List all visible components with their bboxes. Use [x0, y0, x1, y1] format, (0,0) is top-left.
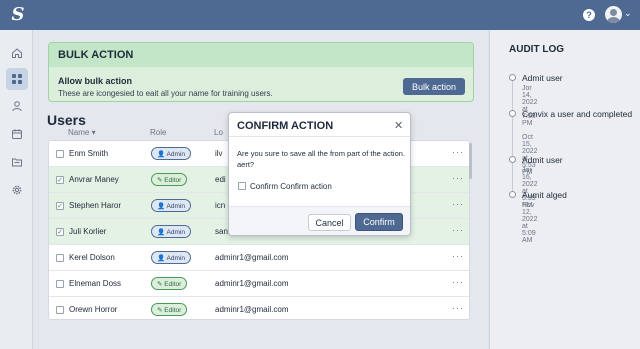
grid-icon [12, 74, 22, 84]
sidebar-item-home[interactable] [6, 42, 28, 64]
user-name: Stephen Haror [69, 201, 122, 210]
user-name: Enm Smith [69, 149, 109, 158]
row-checkbox[interactable] [56, 150, 64, 158]
audit-event-text: Convix a user and completed [522, 109, 633, 119]
timeline-dot [509, 74, 516, 81]
audit-log-title: AUDIT LOG [509, 44, 564, 55]
timeline-dot [509, 191, 516, 198]
table-row[interactable]: Elneman Doss ✎ Editor adminr1@gmail.com … [49, 271, 469, 297]
role-badge: 👤 Admin [151, 225, 191, 238]
row-checkbox[interactable] [56, 280, 64, 288]
dialog-title: CONFIRM ACTION [237, 120, 334, 132]
more-actions-icon[interactable]: ··· [452, 277, 464, 287]
table-row[interactable]: Orewn Horror ✎ Editor adminr1@gmail.com … [49, 297, 469, 319]
close-icon[interactable]: ✕ [394, 119, 403, 132]
dialog-divider [229, 136, 410, 137]
column-header-login[interactable]: Lo [214, 128, 223, 137]
more-actions-icon[interactable]: ··· [452, 147, 464, 157]
user-name: Kerel Dolson [69, 253, 115, 262]
role-badge: 👤 Admin [151, 251, 191, 264]
sidebar-item-dashboard[interactable] [6, 68, 28, 90]
user-email: adminr1@gmail.com [215, 305, 289, 314]
bulk-action-button[interactable]: Bulk action [403, 78, 465, 95]
dialog-message: Are you sure to save all the from part o… [237, 149, 406, 169]
user-name: Orewn Horror [69, 305, 118, 314]
audit-event-text: Aumit alged [522, 190, 567, 200]
dialog-footer: Cancel Confirm [229, 206, 410, 235]
folder-icon [12, 158, 22, 167]
table-row[interactable]: Kerel Dolson 👤 Admin adminr1@gmail.com ·… [49, 245, 469, 271]
sidebar [0, 30, 33, 349]
confirm-checkbox-label[interactable]: Confirm Confirm action [250, 182, 332, 191]
more-actions-icon[interactable]: ··· [452, 251, 464, 261]
row-checkbox[interactable]: ✓ [56, 176, 64, 184]
user-email: edi [215, 175, 226, 184]
row-checkbox[interactable] [56, 254, 64, 262]
timeline-dot [509, 156, 516, 163]
cancel-button[interactable]: Cancel [308, 214, 351, 231]
audit-event-text: Admit user [522, 155, 563, 165]
more-actions-icon[interactable]: ··· [452, 199, 464, 209]
audit-event-text: Admit user [522, 73, 563, 83]
sidebar-item-users[interactable] [6, 95, 28, 117]
avatar[interactable] [605, 6, 622, 23]
app-logo[interactable]: S [8, 5, 28, 25]
column-header-name[interactable]: Name ▾ [68, 128, 96, 137]
table-scrollbar[interactable] [469, 143, 472, 179]
more-actions-icon[interactable]: ··· [452, 225, 464, 235]
user-name: Juli Korlier [69, 227, 107, 236]
sort-icon[interactable]: ▾ [92, 128, 96, 137]
confirm-button[interactable]: Confirm [355, 213, 403, 231]
user-name: Anvrar Maney [69, 175, 119, 184]
calendar-icon [12, 129, 22, 139]
timeline-dot [509, 110, 516, 117]
role-badge: ✎ Editor [151, 277, 188, 290]
bulk-action-description: These are icongesied to eait all your na… [58, 89, 273, 98]
audit-event-date: Nov 12, 2022 at 5:09 AM [522, 202, 538, 244]
user-email: adminr1@gmail.com [215, 253, 289, 262]
user-name: Elneman Doss [69, 279, 122, 288]
row-checkbox[interactable]: ✓ [56, 228, 64, 236]
user-email: ilv [215, 149, 223, 158]
chevron-down-icon[interactable]: ⌄ [624, 8, 632, 19]
row-checkbox[interactable] [56, 306, 64, 314]
top-bar: S ? ⌄ [0, 0, 640, 30]
sidebar-item-calendar[interactable] [6, 123, 28, 145]
audit-log-panel: AUDIT LOG Admit user Jor 14, 2022 at 7:5… [489, 30, 640, 349]
user-email: san [215, 227, 228, 236]
audit-event-date: Jor 14, 2022 at 7:53 PM [522, 85, 538, 127]
sidebar-item-settings[interactable] [6, 179, 28, 201]
role-badge: 👤 Admin [151, 199, 191, 212]
help-icon[interactable]: ? [583, 9, 595, 21]
page-title: Users [47, 112, 86, 128]
confirm-checkbox[interactable] [238, 182, 246, 190]
row-checkbox[interactable]: ✓ [56, 202, 64, 210]
more-actions-icon[interactable]: ··· [452, 173, 464, 183]
timeline-line [512, 77, 513, 195]
more-actions-icon[interactable]: ··· [452, 303, 464, 313]
bulk-action-header: BULK ACTION [49, 43, 473, 67]
home-icon [12, 48, 22, 58]
user-email: adminr1@gmail.com [215, 279, 289, 288]
bulk-action-title: Allow bulk action [58, 76, 133, 86]
confirm-action-dialog: CONFIRM ACTION ✕ Are you sure to save al… [228, 112, 411, 236]
role-badge: 👤 Admin [151, 147, 191, 160]
column-header-role[interactable]: Role [150, 128, 166, 137]
role-badge: ✎ Editor [151, 173, 188, 186]
user-email: icn [215, 201, 226, 210]
gear-icon [12, 185, 22, 195]
role-badge: ✎ Editor [151, 303, 188, 316]
user-icon [12, 101, 22, 112]
sidebar-item-files[interactable] [6, 151, 28, 173]
